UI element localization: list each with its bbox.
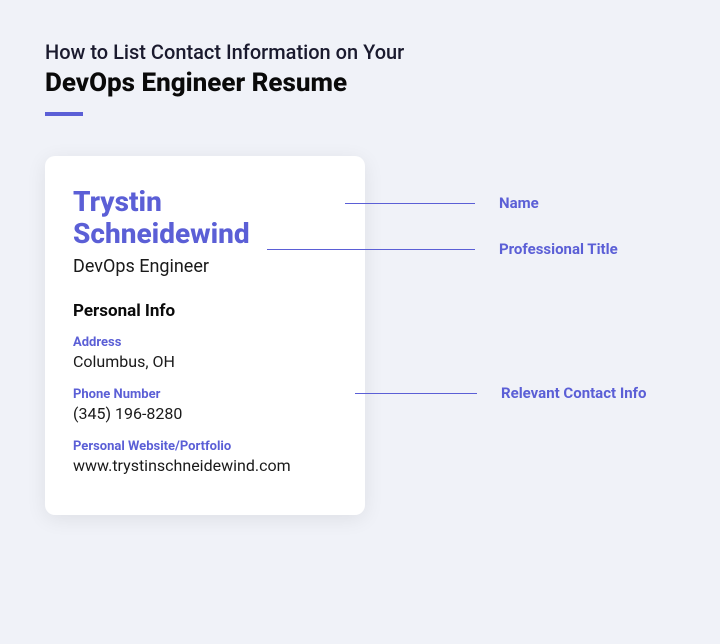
resume-card: Trystin Schneidewind DevOps Engineer Per… <box>45 156 365 515</box>
phone-value: (345) 196-8280 <box>73 404 337 423</box>
annotation-contact: Relevant Contact Info <box>355 384 646 402</box>
content-area: Trystin Schneidewind DevOps Engineer Per… <box>45 156 675 515</box>
accent-bar <box>45 112 83 116</box>
annotation-title: Professional Title <box>267 240 618 258</box>
heading-line1: How to List Contact Information on Your <box>45 40 675 64</box>
annotation-label-name: Name <box>499 194 539 212</box>
heading-line2: DevOps Engineer Resume <box>45 68 675 98</box>
heading-block: How to List Contact Information on Your … <box>45 40 675 116</box>
address-label: Address <box>73 335 337 350</box>
annotation-line <box>355 393 477 394</box>
annotation-label-title: Professional Title <box>499 240 618 258</box>
phone-label: Phone Number <box>73 387 337 402</box>
annotation-line <box>267 249 475 250</box>
website-value: www.trystinschneidewind.com <box>73 456 337 475</box>
website-label: Personal Website/Portfolio <box>73 439 337 454</box>
section-header: Personal Info <box>73 301 337 321</box>
address-value: Columbus, OH <box>73 352 337 371</box>
annotation-label-contact: Relevant Contact Info <box>501 384 646 402</box>
resume-title: DevOps Engineer <box>73 256 337 277</box>
annotation-line <box>345 203 475 204</box>
annotation-name: Name <box>345 194 539 212</box>
